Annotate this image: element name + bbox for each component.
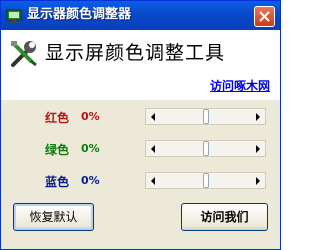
tools-icon xyxy=(11,41,37,67)
blue-right-arrow-button[interactable] xyxy=(250,173,265,188)
green-slider[interactable] xyxy=(145,140,266,157)
header-panel: 显示屏颜色调整工具 访问啄木网 xyxy=(1,30,280,100)
window-title: 显示器颜色调整器 xyxy=(27,7,132,22)
app-icon xyxy=(6,9,22,23)
green-label: 绿色 xyxy=(45,143,70,157)
left-arrow-icon xyxy=(151,113,155,121)
right-arrow-icon xyxy=(256,145,260,153)
blue-slider[interactable] xyxy=(145,172,266,189)
blue-slider-thumb[interactable] xyxy=(203,173,209,188)
blue-left-arrow-button[interactable] xyxy=(146,173,161,188)
visit-us-button[interactable]: 访问我们 xyxy=(181,203,268,231)
close-button[interactable] xyxy=(254,6,275,27)
red-percent: 0% xyxy=(81,110,100,123)
app-heading: 显示屏颜色调整工具 xyxy=(45,42,226,64)
right-arrow-icon xyxy=(256,113,260,121)
red-slider[interactable] xyxy=(145,108,266,125)
app-window: 显示器颜色调整器 显示屏颜色调整工具 访问啄木网 红色 0% 绿色 0% 蓝色 … xyxy=(0,0,281,250)
close-icon xyxy=(259,11,270,22)
left-arrow-icon xyxy=(151,145,155,153)
left-arrow-icon xyxy=(151,177,155,185)
blue-label: 蓝色 xyxy=(45,175,70,189)
red-right-arrow-button[interactable] xyxy=(250,109,265,124)
right-arrow-icon xyxy=(256,177,260,185)
restore-defaults-button[interactable]: 恢复默认 xyxy=(13,203,94,231)
green-left-arrow-button[interactable] xyxy=(146,141,161,156)
visit-site-link[interactable]: 访问啄木网 xyxy=(210,77,270,94)
green-slider-thumb[interactable] xyxy=(203,141,209,156)
red-label: 红色 xyxy=(45,111,70,125)
title-bar[interactable]: 显示器颜色调整器 xyxy=(1,1,280,30)
green-right-arrow-button[interactable] xyxy=(250,141,265,156)
red-slider-thumb[interactable] xyxy=(203,109,209,124)
red-left-arrow-button[interactable] xyxy=(146,109,161,124)
green-percent: 0% xyxy=(81,142,100,155)
blue-percent: 0% xyxy=(81,174,100,187)
